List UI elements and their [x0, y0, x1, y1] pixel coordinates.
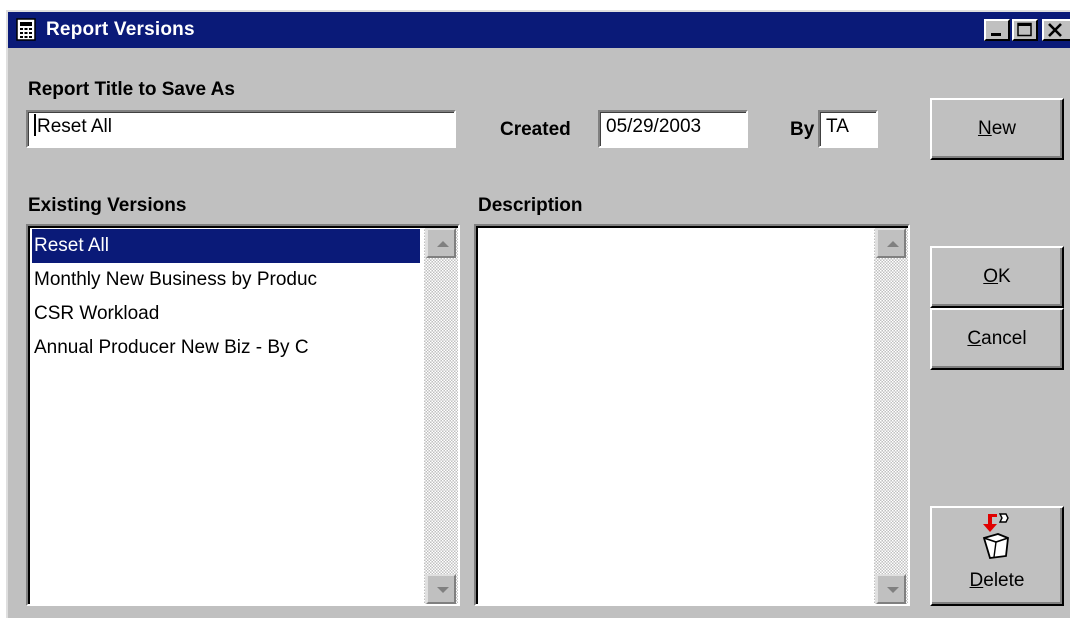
report-title-label: Report Title to Save As: [28, 79, 235, 100]
arrow-down-icon: [887, 587, 899, 593]
delete-button-label: Delete: [969, 570, 1025, 591]
arrow-up-icon: [887, 241, 899, 247]
ok-button[interactable]: OK: [930, 246, 1064, 308]
created-by-field[interactable]: TA: [818, 110, 878, 148]
version-items: Reset All Monthly New Business by Produc C…: [32, 229, 420, 365]
description-label: Description: [478, 195, 583, 216]
versions-scrollbar[interactable]: [424, 228, 458, 604]
scroll-up-button[interactable]: [426, 228, 456, 258]
description-textarea[interactable]: [474, 224, 910, 606]
report-title-input[interactable]: Reset All: [26, 110, 456, 148]
new-button-label: New: [977, 118, 1017, 139]
list-item[interactable]: Monthly New Business by Produc: [32, 263, 420, 297]
window-title: Report Versions: [46, 19, 195, 40]
created-date-value: 05/29/2003: [606, 116, 702, 137]
ok-button-label: OK: [983, 266, 1011, 287]
existing-versions-label: Existing Versions: [28, 195, 187, 216]
trash-icon: [982, 513, 1009, 559]
cancel-button-label: Cancel: [967, 328, 1027, 349]
new-button[interactable]: New: [930, 98, 1064, 160]
list-item[interactable]: Reset All: [32, 229, 420, 263]
arrow-down-icon: [437, 587, 449, 593]
cancel-button[interactable]: Cancel: [930, 308, 1064, 370]
text-caret: [34, 114, 36, 136]
report-versions-window: Report Versions Report Title to Save As …: [6, 10, 1070, 618]
by-label: By: [790, 119, 815, 140]
minimize-button[interactable]: [984, 19, 1010, 41]
scroll-down-button[interactable]: [876, 574, 906, 604]
maximize-button[interactable]: [1012, 19, 1038, 41]
existing-versions-list[interactable]: Reset All Monthly New Business by Produc C…: [26, 224, 460, 606]
created-date-field[interactable]: 05/29/2003: [598, 110, 748, 148]
arrow-up-icon: [437, 241, 449, 247]
description-scrollbar[interactable]: [874, 228, 908, 604]
title-bar[interactable]: Report Versions: [8, 12, 1070, 48]
created-by-value: TA: [826, 116, 849, 137]
maximize-icon: [1017, 22, 1032, 37]
scroll-up-button[interactable]: [876, 228, 906, 258]
report-title-value: Reset All: [37, 116, 112, 137]
list-item[interactable]: Annual Producer New Biz - By C: [32, 331, 420, 365]
minimize-icon: [991, 33, 1001, 36]
list-item[interactable]: CSR Workload: [32, 297, 420, 331]
created-label: Created: [500, 119, 571, 140]
close-button[interactable]: [1042, 19, 1070, 41]
calculator-icon: [16, 18, 38, 42]
scroll-down-button[interactable]: [426, 574, 456, 604]
close-icon: [1048, 23, 1062, 37]
delete-button[interactable]: Delete: [930, 506, 1064, 606]
